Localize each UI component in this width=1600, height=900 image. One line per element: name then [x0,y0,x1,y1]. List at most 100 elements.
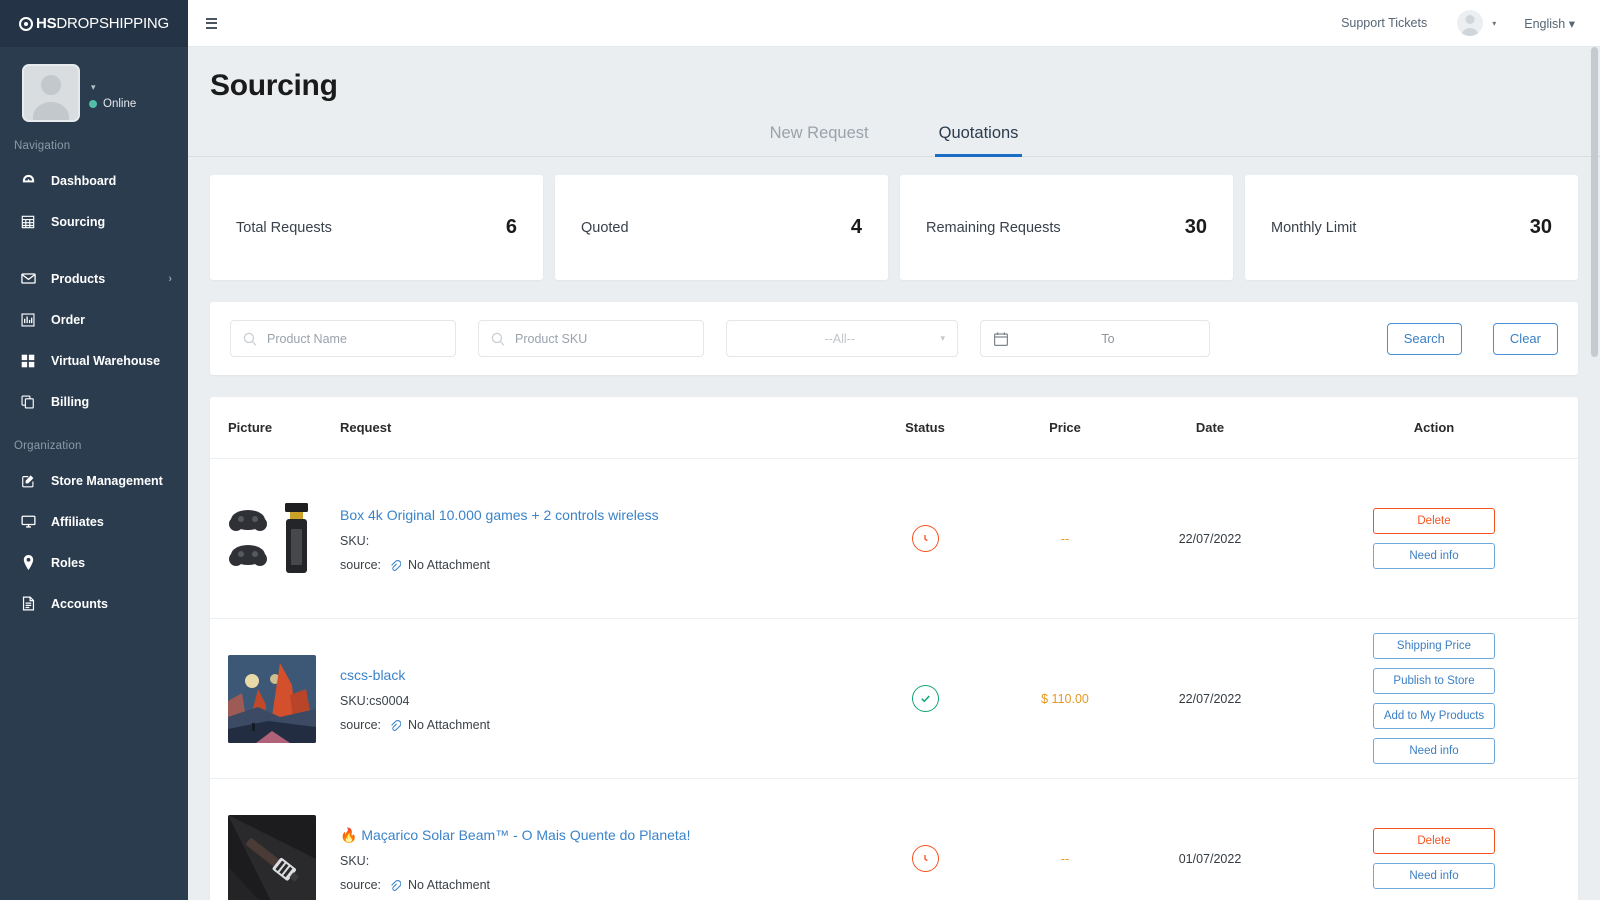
online-status-label: Online [103,98,137,110]
date-range-input[interactable]: To [980,320,1210,357]
sidebar-item-accounts[interactable]: Accounts [0,583,188,624]
shipping-price-button[interactable]: Shipping Price [1373,633,1495,659]
table-row: cscs-black SKU:cs0004 source: No Attachm… [210,619,1578,779]
nav-section-heading: Navigation [14,140,71,152]
row-status-cell [850,525,1000,552]
price-value: $ 110.00 [1041,691,1089,706]
profile-block[interactable]: ▾ Online [0,47,188,122]
no-attachment-label: No Attachment [408,717,490,732]
product-sku-placeholder: Product SKU [515,331,588,346]
avatar[interactable] [22,64,80,122]
monitor-icon [18,514,38,529]
stat-label: Quoted [581,219,629,236]
sidebar-item-billing[interactable]: Billing [0,381,188,422]
search-icon [491,332,505,346]
need-info-button[interactable]: Need info [1373,543,1495,569]
user-avatar[interactable] [1457,10,1484,36]
language-label: English [1524,16,1566,31]
tab-bar: New Request Quotations [188,117,1600,157]
request-title-link[interactable]: Box 4k Original 10.000 games + 2 control… [340,506,659,525]
sidebar: HSDROPSHIPPING ▾ Online Navigation Dashb… [0,0,188,900]
add-to-my-products-button[interactable]: Add to My Products [1373,703,1495,729]
attachment-icon [388,558,401,571]
column-header-picture: Picture [228,420,273,435]
brand-name-bold: HS [35,15,57,32]
sidebar-item-roles[interactable]: Roles [0,542,188,583]
row-request-cell: cscs-black SKU:cs0004 source: No Attachm… [340,666,850,732]
org-section-heading: Organization [14,440,82,452]
column-header-price: Price [1049,420,1081,435]
product-thumbnail[interactable] [228,494,316,583]
stat-card-total-requests: Total Requests 6 [210,175,543,280]
request-sku: SKU: [340,533,370,548]
stat-value: 4 [850,216,862,238]
row-status-cell [850,685,1000,712]
clear-button[interactable]: Clear [1492,322,1558,355]
online-status-dot [89,100,97,108]
product-thumbnail[interactable] [228,654,316,743]
sidebar-item-label: Order [51,312,86,327]
main-area: Support Tickets ▾ English ▾ Sourcing New… [188,0,1600,900]
stat-card-remaining-requests: Remaining Requests 30 [900,175,1233,280]
chevron-right-icon: › [168,272,172,285]
sidebar-item-affiliates[interactable]: Affiliates [0,501,188,542]
request-source: source: No Attachment [340,718,850,732]
vertical-scrollbar[interactable] [1591,47,1598,357]
sidebar-item-sourcing[interactable]: Sourcing [0,201,188,242]
request-title-link[interactable]: 🔥 Maçarico Solar Beam™ - O Mais Quente d… [340,826,690,845]
status-select[interactable]: --All-- ▾ [726,320,958,357]
content-scroll[interactable]: Sourcing New Request Quotations Total Re… [188,47,1600,900]
support-tickets-link[interactable]: Support Tickets [1341,16,1427,30]
product-thumbnail[interactable] [228,814,316,900]
sidebar-item-label: Affiliates [51,514,104,529]
sidebar-item-dashboard[interactable]: Dashboard [0,160,188,201]
source-label: source: [340,557,381,572]
need-info-button[interactable]: Need info [1373,738,1495,764]
search-button[interactable]: Search [1386,322,1462,355]
sidebar-item-label: Roles [51,555,86,570]
stat-card-monthly-limit: Monthly Limit 30 [1245,175,1578,280]
row-price-cell: -- [1000,850,1130,868]
sidebar-item-label: Sourcing [51,214,106,229]
brand-logo[interactable]: HSDROPSHIPPING [0,0,188,47]
column-header-date: Date [1195,420,1225,435]
row-request-cell: 🔥 Maçarico Solar Beam™ - O Mais Quente d… [340,826,850,892]
date-value: 22/07/2022 [1178,531,1242,546]
row-status-cell [850,845,1000,872]
language-selector[interactable]: English ▾ [1524,16,1575,31]
need-info-button[interactable]: Need info [1373,863,1495,889]
sidebar-item-products[interactable]: Products › [0,258,188,299]
grid-icon [18,215,38,229]
request-source: source: No Attachment [340,558,850,572]
row-date-cell: 22/07/2022 [1130,530,1290,548]
user-menu-chevron-down-icon[interactable]: ▾ [1492,19,1496,28]
menu-toggle-icon[interactable] [206,17,217,29]
tab-quotations[interactable]: Quotations [934,118,1023,157]
attachment-icon [388,878,401,891]
quotations-table: Picture Request Status Price Date Action [210,397,1578,900]
squares-icon [18,354,38,368]
sidebar-item-order[interactable]: Order [0,299,188,340]
product-sku-input[interactable]: Product SKU [478,320,704,357]
stat-card-quoted: Quoted 4 [555,175,888,280]
product-name-input[interactable]: Product Name [230,320,456,357]
sidebar-item-store-management[interactable]: Store Management [0,460,188,501]
delete-button[interactable]: Delete [1373,828,1495,854]
app-root: HSDROPSHIPPING ▾ Online Navigation Dashb… [0,0,1600,900]
status-select-value: --All-- [824,331,855,346]
chevron-down-icon[interactable]: ▾ [91,82,136,93]
row-action-cell: Shipping Price Publish to Store Add to M… [1290,633,1578,764]
product-name-placeholder: Product Name [267,331,347,346]
stat-label: Remaining Requests [926,219,1061,236]
stat-cards: Total Requests 6 Quoted 4 Remaining Requ… [188,157,1600,280]
delete-button[interactable]: Delete [1373,508,1495,534]
sidebar-item-label: Products [51,271,106,286]
tab-new-request[interactable]: New Request [766,118,873,157]
search-icon [243,332,257,346]
row-price-cell: $ 110.00 [1000,690,1130,708]
publish-to-store-button[interactable]: Publish to Store [1373,668,1495,694]
sidebar-item-virtual-warehouse[interactable]: Virtual Warehouse [0,340,188,381]
request-sku: SKU:cs0004 [340,693,410,708]
sidebar-item-label: Store Management [51,473,163,488]
request-title-link[interactable]: cscs-black [340,666,405,685]
